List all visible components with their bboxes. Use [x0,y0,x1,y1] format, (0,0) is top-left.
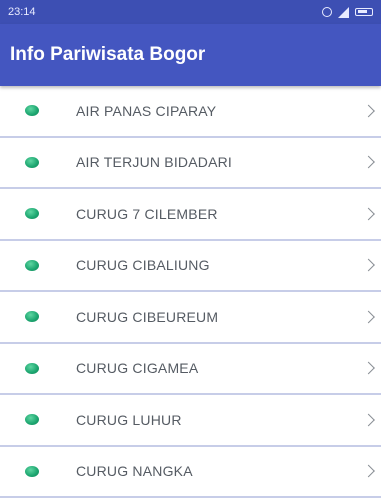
chevron-right-icon [362,464,375,478]
signal-icon [338,6,349,18]
green-dot-icon [25,465,39,477]
chevron-right-icon [362,310,375,324]
green-dot-icon [25,362,39,374]
destination-list: AIR PANAS CIPARAY AIR TERJUN BIDADARI CU… [0,86,381,498]
status-bar: 23:14 [0,0,381,24]
list-item-label: AIR PANAS CIPARAY [76,102,217,119]
list-item-label: AIR TERJUN BIDADARI [76,154,233,171]
chevron-right-icon [362,207,375,221]
list-item-label: CURUG CIBEUREUM [76,308,219,325]
list-item[interactable]: CURUG CIBEUREUM [0,292,381,344]
chevron-right-icon [362,361,375,375]
list-item[interactable]: CURUG 7 CILEMBER [0,189,381,241]
list-item[interactable]: AIR PANAS CIPARAY [0,86,381,138]
list-item[interactable]: CURUG LUHUR [0,395,381,447]
chevron-right-icon [362,413,375,427]
chevron-right-icon [362,258,375,272]
list-item-label: CURUG CIGAMEA [76,360,199,377]
chevron-right-icon [362,155,375,169]
list-item-label: CURUG LUHUR [76,411,182,428]
status-time: 23:14 [8,6,36,18]
green-dot-icon [25,105,39,117]
green-dot-icon [25,311,39,323]
list-item-label: CURUG 7 CILEMBER [76,205,218,222]
list-item-label: CURUG NANGKA [76,463,193,480]
chevron-right-icon [362,104,375,118]
status-icons [322,6,373,18]
list-item[interactable]: AIR TERJUN BIDADARI [0,138,381,189]
green-dot-icon [25,414,39,426]
alarm-icon [322,7,332,17]
list-item[interactable]: CURUG NANGKA [0,447,381,498]
list-item-label: CURUG CIBALIUNG [76,257,210,274]
list-item[interactable]: CURUG CIGAMEA [0,344,381,395]
app-title: Info Pariwisata Bogor [10,44,206,65]
green-dot-icon [25,156,39,168]
list-item[interactable]: CURUG CIBALIUNG [0,241,381,292]
battery-icon [355,8,373,16]
app-bar: Info Pariwisata Bogor [0,24,381,86]
green-dot-icon [25,259,39,271]
green-dot-icon [25,208,39,220]
